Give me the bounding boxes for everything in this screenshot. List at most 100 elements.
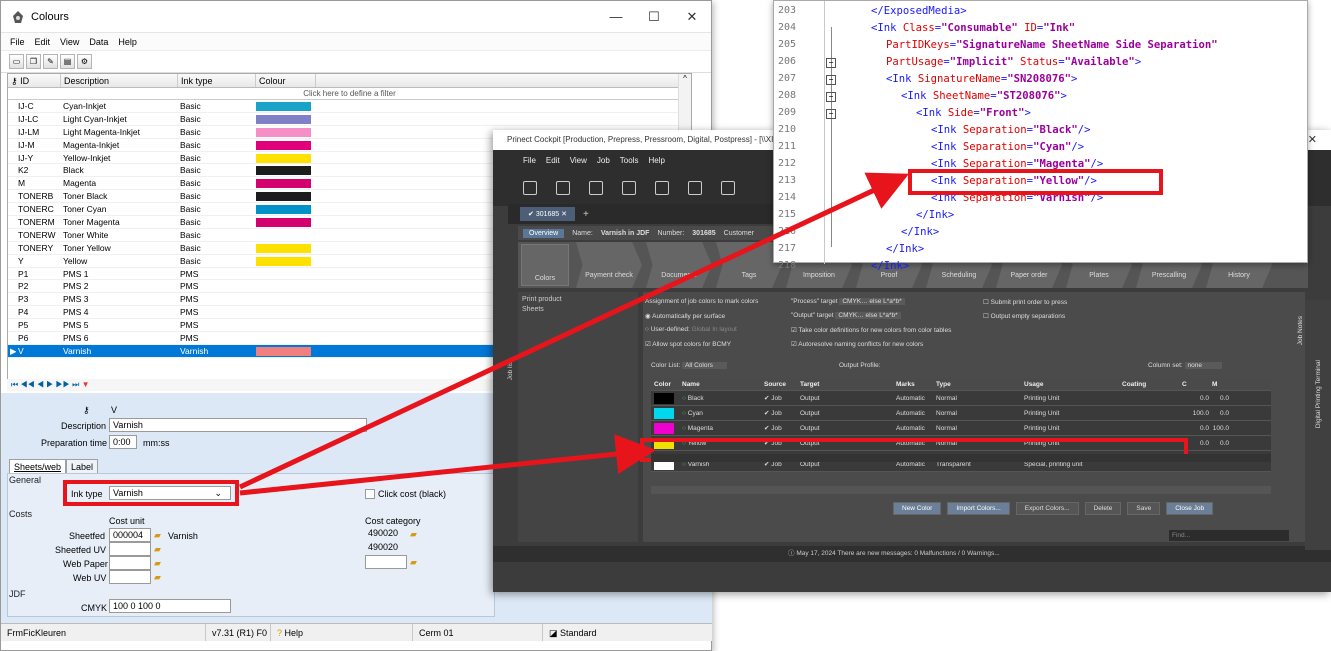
webuv-field[interactable] — [109, 570, 151, 584]
col-header-description[interactable]: Description — [61, 74, 178, 87]
cmenu-job[interactable]: Job — [597, 156, 610, 165]
status-help[interactable]: ? Help — [271, 624, 413, 641]
clickcost-checkbox[interactable] — [365, 489, 375, 499]
prep-time-field[interactable]: 0:00 — [109, 435, 137, 449]
building-icon[interactable] — [556, 181, 570, 195]
window-title: Colours — [31, 10, 69, 23]
menu-file[interactable]: File — [5, 37, 30, 47]
device-icon[interactable] — [622, 181, 636, 195]
folder-icon[interactable]: ▰ — [154, 558, 161, 569]
folder-icon[interactable]: ▰ — [154, 572, 161, 583]
spot-checkbox[interactable]: ☑ Allow spot colors for BCMY — [645, 340, 731, 348]
color-row[interactable]: ○ Cyan ✔ Job Output Automatic Normal Printing… — [651, 406, 1271, 421]
cmyk-field[interactable]: 100 0 100 0 — [109, 599, 231, 613]
tree-item-sheets[interactable]: Sheets — [522, 306, 634, 313]
job-icon[interactable] — [523, 181, 537, 195]
cell-inktype: Basic — [180, 113, 201, 124]
row-indicator — [8, 332, 16, 344]
job-list-tab[interactable]: Job list — [507, 360, 514, 380]
tree-item-print-product[interactable]: Print product — [522, 296, 634, 303]
digital-printing-terminal-tab[interactable]: Digital Printing Terminal — [1315, 360, 1322, 428]
webpaper-cat[interactable] — [365, 555, 407, 569]
submit-checkbox[interactable]: ☐ Submit print order to press — [983, 298, 1067, 306]
sheetfed-field[interactable]: 000004 — [109, 528, 151, 542]
job-notes-tab[interactable]: Job Notes — [1297, 316, 1304, 345]
menu-view[interactable]: View — [55, 37, 84, 47]
menu-edit[interactable]: Edit — [30, 37, 56, 47]
tab-sheets-web[interactable]: Sheets/web — [9, 459, 67, 474]
row-indicator — [8, 177, 16, 189]
table-hscrollbar[interactable] — [651, 486, 1271, 494]
tools-icon[interactable]: ⚙ — [77, 54, 92, 69]
new-icon[interactable]: ▭ — [9, 54, 24, 69]
table-row[interactable]: IJ-LC Light Cyan-Inkjet Basic — [8, 113, 691, 126]
table-row[interactable]: IJ-C Cyan-Inkjet Basic — [8, 100, 691, 113]
copy-icon[interactable]: ❐ — [26, 54, 41, 69]
process-target[interactable]: "Process" target CMYK… else L*a*b* — [791, 298, 905, 305]
color-row[interactable]: ○ Magenta ✔ Job Output Automatic Normal Print… — [651, 421, 1271, 436]
xml-code: <Ink Class="Consumable" ID="Ink" — [871, 22, 1076, 34]
webpaper-field[interactable] — [109, 556, 151, 570]
close-job-button[interactable]: Close Job — [1166, 502, 1214, 515]
cell-id: P1 — [18, 268, 29, 279]
folder-icon[interactable]: ▰ — [410, 529, 417, 540]
step-payment-check[interactable]: Payment check — [576, 242, 642, 288]
cell-inktype: Basic — [180, 139, 201, 150]
sheetfeduv-field[interactable] — [109, 542, 151, 556]
color-row[interactable]: ○ Black ✔ Job Output Automatic Normal Printin… — [651, 391, 1271, 406]
list-icon[interactable] — [721, 181, 735, 195]
menu-data[interactable]: Data — [84, 37, 113, 47]
folder-icon[interactable]: ▰ — [410, 557, 417, 568]
printer-icon[interactable] — [589, 181, 603, 195]
cmenu-edit[interactable]: Edit — [546, 156, 560, 165]
minimize-button[interactable]: — — [597, 9, 635, 25]
auto-radio[interactable]: ◉ Automatically per surface — [645, 312, 725, 320]
menu-help[interactable]: Help — [113, 37, 142, 47]
close-button[interactable]: ✕ — [673, 9, 711, 25]
find-input[interactable]: Find... — [1169, 530, 1289, 541]
col-header-colour[interactable]: Colour — [256, 74, 316, 87]
row-indicator — [8, 216, 16, 228]
line-number: 205 — [778, 39, 797, 50]
save-button[interactable]: Save — [1127, 502, 1161, 515]
user-radio[interactable]: ○ User-defined: Global In layout — [645, 326, 737, 333]
column-set[interactable]: Column set: none — [1148, 362, 1222, 369]
description-field[interactable]: Varnish — [109, 418, 367, 432]
maximize-button[interactable]: ☐ — [635, 9, 673, 25]
cmenu-tools[interactable]: Tools — [620, 156, 639, 165]
filter-row[interactable]: Click here to define a filter — [8, 88, 691, 100]
cell-inktype: Basic — [180, 101, 201, 111]
edit-icon[interactable]: ✎ — [43, 54, 58, 69]
cockpit-close-button[interactable]: ✕ — [1308, 130, 1317, 150]
overview-tab[interactable]: Overview — [523, 228, 565, 238]
line-number: 218 — [778, 260, 797, 271]
calculator-icon[interactable] — [655, 181, 669, 195]
cell-m: 0.0 — [1219, 395, 1229, 402]
take-def-checkbox[interactable]: ☑ Take color definitions for new colors … — [791, 326, 951, 334]
new-color-button[interactable]: New Color — [893, 502, 942, 515]
add-tab-icon[interactable]: + — [583, 209, 589, 220]
cell-source: ✔ Job — [764, 425, 782, 432]
folder-icon[interactable]: ▰ — [154, 544, 161, 555]
autoresolve-checkbox[interactable]: ☑ Autoresolve naming conflicts for new c… — [791, 340, 923, 348]
tab-label[interactable]: Label — [66, 459, 99, 474]
cmenu-file[interactable]: File — [523, 156, 536, 165]
step-documents[interactable]: Documents — [646, 242, 712, 288]
delete-button[interactable]: Delete — [1084, 502, 1122, 515]
status-standard[interactable]: ◪ Standard — [543, 624, 712, 641]
cmenu-help[interactable]: Help — [648, 156, 664, 165]
colors-button[interactable]: Colors — [521, 244, 569, 286]
output-empty-checkbox[interactable]: ☐ Output empty separations — [983, 312, 1065, 320]
output-target[interactable]: "Output" target CMYK… else L*a*b* — [791, 312, 901, 319]
import-colors-button[interactable]: Import Colors... — [947, 502, 1010, 515]
filter-icon[interactable]: ▼ — [82, 380, 90, 389]
color-list[interactable]: Color List: All Colors — [651, 362, 727, 369]
job-tab[interactable]: ✔ 301685 ✕ — [520, 207, 575, 221]
col-header-id[interactable]: ⚷ ID — [8, 74, 61, 87]
chart-icon[interactable] — [688, 181, 702, 195]
col-header-inktype[interactable]: Ink type — [178, 74, 256, 87]
folder-icon[interactable]: ▰ — [154, 530, 161, 541]
export-colors-button[interactable]: Export Colors... — [1015, 502, 1079, 515]
report-icon[interactable]: ▤ — [60, 54, 75, 69]
cmenu-view[interactable]: View — [570, 156, 587, 165]
